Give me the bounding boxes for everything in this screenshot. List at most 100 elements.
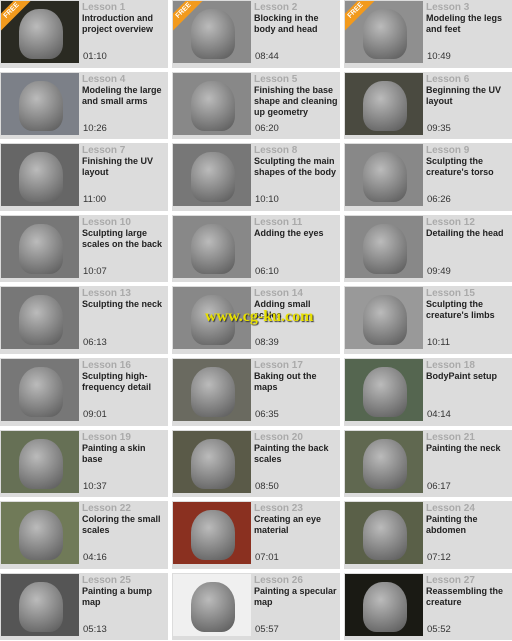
creature-image xyxy=(363,366,407,417)
lesson-thumbnail[interactable] xyxy=(173,430,251,493)
lesson-title[interactable]: Sculpting the main shapes of the body xyxy=(254,156,338,178)
creature-image xyxy=(19,581,63,632)
lesson-card[interactable]: Lesson 13 Sculpting the neck 06:13 xyxy=(0,286,168,354)
lesson-thumbnail[interactable] xyxy=(345,215,423,278)
lesson-card[interactable]: Lesson 15 Sculpting the creature's limbs… xyxy=(344,286,512,354)
lesson-title[interactable]: Modeling the legs and feet xyxy=(426,13,510,35)
lesson-thumbnail[interactable] xyxy=(1,287,79,350)
lesson-thumbnail[interactable] xyxy=(173,144,251,207)
lesson-thumbnail[interactable] xyxy=(1,144,79,207)
lesson-title[interactable]: Finishing the UV layout xyxy=(82,156,166,178)
lesson-thumbnail[interactable] xyxy=(345,287,423,350)
lesson-card[interactable]: Lesson 7 Finishing the UV layout 11:00 xyxy=(0,143,168,211)
lesson-thumbnail[interactable] xyxy=(173,287,251,350)
lesson-title[interactable]: Sculpting the neck xyxy=(82,299,166,310)
lesson-title[interactable]: Painting a specular map xyxy=(254,586,338,608)
lesson-duration: 10:49 xyxy=(427,51,451,62)
lesson-card[interactable]: Lesson 26 Painting a specular map 05:57 xyxy=(172,572,340,641)
lesson-thumbnail[interactable] xyxy=(1,358,79,421)
lesson-title[interactable]: Sculpting large scales on the back xyxy=(82,228,166,250)
lesson-duration: 08:50 xyxy=(255,480,279,492)
lesson-card[interactable]: Lesson 20 Painting the back scales 08:50 xyxy=(172,429,340,498)
lesson-title[interactable]: Coloring the small scales xyxy=(82,514,166,536)
lesson-thumbnail[interactable]: FREE xyxy=(1,1,79,63)
lesson-card[interactable]: Lesson 12 Detailing the head 09:49 xyxy=(344,214,512,283)
lesson-duration: 08:44 xyxy=(255,51,279,62)
lesson-thumbnail[interactable] xyxy=(173,358,251,421)
lesson-title[interactable]: Sculpting high-frequency detail xyxy=(82,371,166,393)
lesson-thumbnail[interactable] xyxy=(1,72,79,135)
lesson-thumbnail[interactable] xyxy=(345,502,423,565)
lesson-thumbnail[interactable] xyxy=(345,430,423,493)
lesson-thumbnail[interactable]: FREE xyxy=(173,1,251,63)
lesson-thumbnail[interactable] xyxy=(173,573,251,636)
lesson-card[interactable]: Lesson 16 Sculpting high-frequency detai… xyxy=(0,357,168,426)
lesson-card[interactable]: Lesson 19 Painting a skin base 10:37 xyxy=(0,429,168,498)
lesson-thumbnail[interactable] xyxy=(173,215,251,278)
creature-image xyxy=(363,223,407,274)
lesson-card[interactable]: FREE Lesson 3 Modeling the legs and feet … xyxy=(344,0,512,68)
lesson-card[interactable]: FREE Lesson 1 Introduction and project ov… xyxy=(0,0,168,68)
lesson-thumbnail[interactable] xyxy=(1,502,79,565)
lesson-title[interactable]: Sculpting the creature's torso xyxy=(426,156,510,178)
lesson-card[interactable]: Lesson 4 Modeling the large and small ar… xyxy=(0,71,168,140)
creature-image xyxy=(191,438,235,489)
lesson-title[interactable]: Painting a skin base xyxy=(82,443,166,465)
lesson-card[interactable]: FREE Lesson 2 Blocking in the body and he… xyxy=(172,0,340,68)
lesson-title[interactable]: Blocking in the body and head xyxy=(254,13,338,35)
lesson-card[interactable]: Lesson 21 Painting the neck 06:17 xyxy=(344,429,512,498)
lesson-thumbnail[interactable] xyxy=(173,502,251,565)
lesson-thumbnail[interactable] xyxy=(345,144,423,207)
lesson-card[interactable]: Lesson 25 Painting a bump map 05:13 xyxy=(0,572,168,641)
lesson-card[interactable]: Lesson 8 Sculpting the main shapes of th… xyxy=(172,143,340,211)
lesson-thumbnail[interactable] xyxy=(345,358,423,421)
lesson-thumbnail[interactable] xyxy=(345,72,423,135)
lesson-number: Lesson 4 xyxy=(82,73,126,85)
lesson-title[interactable]: Finishing the base shape and cleaning up… xyxy=(254,85,338,118)
lesson-title[interactable]: Reassembling the creature xyxy=(426,586,510,608)
lesson-number: Lesson 21 xyxy=(426,431,475,443)
lesson-duration: 05:57 xyxy=(255,623,279,635)
lesson-card[interactable]: Lesson 9 Sculpting the creature's torso … xyxy=(344,143,512,211)
lesson-thumbnail[interactable] xyxy=(1,573,79,636)
lesson-title[interactable]: Painting the abdomen xyxy=(426,514,510,536)
lesson-duration: 06:17 xyxy=(427,480,451,492)
lesson-card[interactable]: Lesson 5 Finishing the base shape and cl… xyxy=(172,71,340,140)
lesson-thumbnail[interactable] xyxy=(1,430,79,493)
lesson-card[interactable]: Lesson 27 Reassembling the creature 05:5… xyxy=(344,572,512,641)
lesson-title[interactable]: Introduction and project overview xyxy=(82,13,166,35)
lesson-card[interactable]: Lesson 6 Beginning the UV layout 09:35 xyxy=(344,71,512,140)
lesson-title[interactable]: Adding small scales xyxy=(254,299,338,321)
lesson-card[interactable]: Lesson 23 Creating an eye material 07:01 xyxy=(172,501,340,569)
lesson-card[interactable]: Lesson 22 Coloring the small scales 04:1… xyxy=(0,501,168,569)
lesson-title[interactable]: Creating an eye material xyxy=(254,514,338,536)
lesson-duration: 06:20 xyxy=(255,122,279,134)
lesson-title[interactable]: Painting the neck xyxy=(426,443,510,454)
lesson-title[interactable]: Beginning the UV layout xyxy=(426,85,510,107)
lesson-duration: 09:01 xyxy=(83,408,107,420)
lesson-card[interactable]: Lesson 24 Painting the abdomen 07:12 xyxy=(344,501,512,569)
lesson-thumbnail[interactable] xyxy=(1,215,79,278)
lesson-title[interactable]: Painting the back scales xyxy=(254,443,338,465)
lesson-thumbnail[interactable]: FREE xyxy=(345,1,423,63)
lesson-card[interactable]: Lesson 17 Baking out the maps 06:35 xyxy=(172,357,340,426)
lesson-title[interactable]: Modeling the large and small arms xyxy=(82,85,166,107)
lesson-duration: 05:52 xyxy=(427,623,451,635)
lesson-title[interactable]: Sculpting the creature's limbs xyxy=(426,299,510,321)
creature-image xyxy=(363,295,407,346)
lesson-duration: 04:16 xyxy=(83,552,107,564)
lesson-card[interactable]: Lesson 10 Sculpting large scales on the … xyxy=(0,214,168,283)
lesson-title[interactable]: Adding the eyes xyxy=(254,228,338,239)
lesson-title[interactable]: Baking out the maps xyxy=(254,371,338,393)
lesson-card[interactable]: Lesson 18 BodyPaint setup 04:14 xyxy=(344,357,512,426)
lesson-title[interactable]: Detailing the head xyxy=(426,228,510,239)
lesson-card[interactable]: Lesson 11 Adding the eyes 06:10 xyxy=(172,214,340,283)
lesson-title[interactable]: Painting a bump map xyxy=(82,586,166,608)
lesson-thumbnail[interactable] xyxy=(345,573,423,636)
lesson-duration: 06:26 xyxy=(427,194,451,206)
lesson-number: Lesson 27 xyxy=(426,574,475,586)
lesson-card[interactable]: Lesson 14 Adding small scales 08:39 xyxy=(172,286,340,354)
lesson-duration: 09:49 xyxy=(427,265,451,277)
lesson-title[interactable]: BodyPaint setup xyxy=(426,371,510,382)
lesson-thumbnail[interactable] xyxy=(173,72,251,135)
